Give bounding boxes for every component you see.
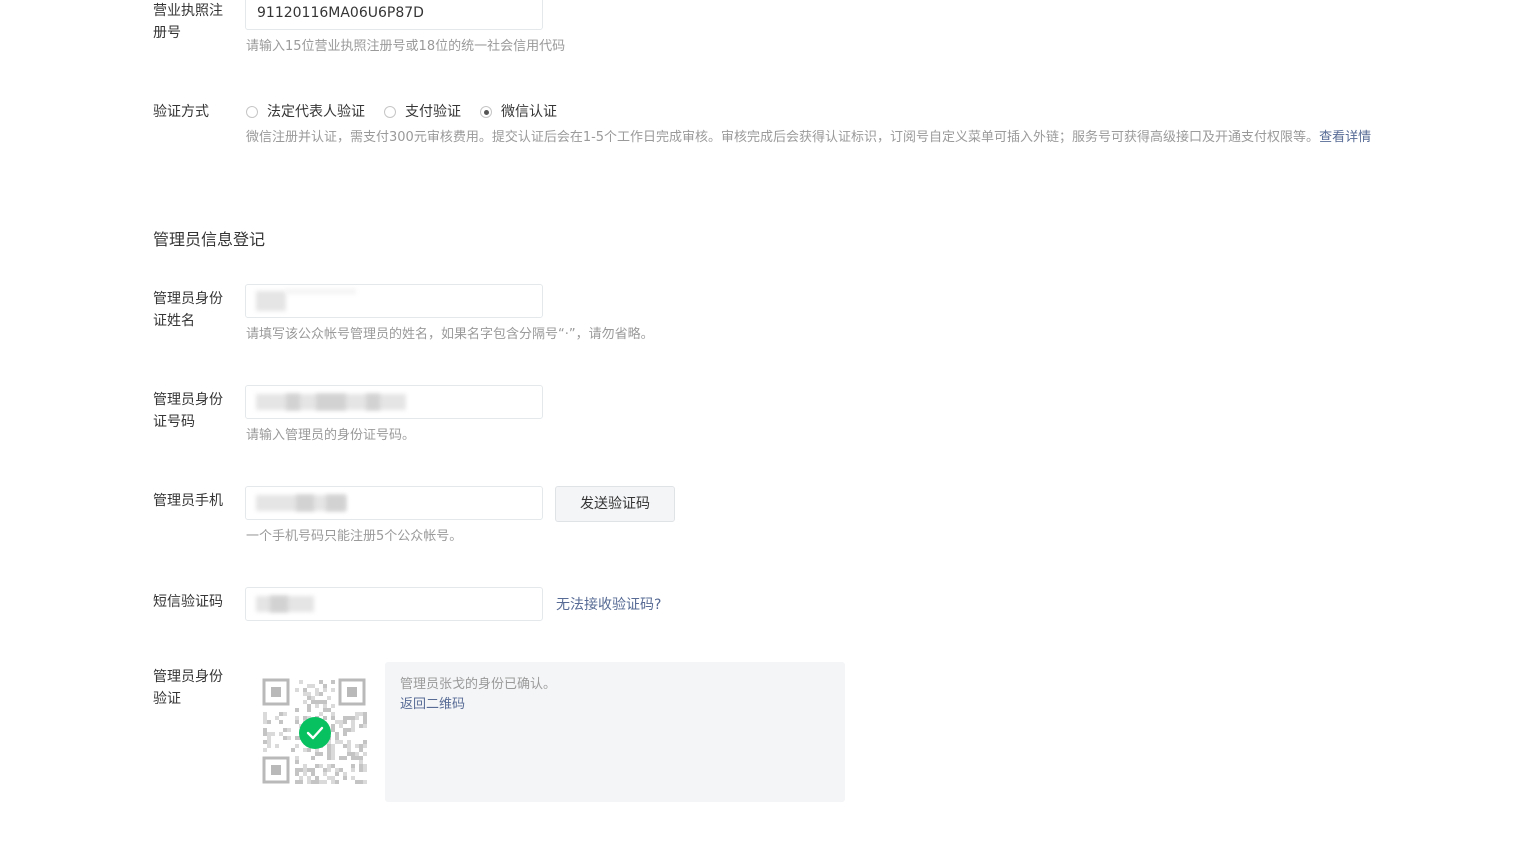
confirmed-text: 管理员张戈的身份已确认。 <box>400 677 557 692</box>
masked-value <box>296 495 314 511</box>
masked-value <box>286 289 356 294</box>
check-circle-icon <box>299 717 331 749</box>
business-license-input[interactable]: 91120116MA06U6P87D <box>245 0 543 30</box>
admin-id-tip: 请输入管理员的身份证号码。 <box>246 428 416 443</box>
admin-phone-tip: 一个手机号码只能注册5个公众帐号。 <box>246 529 463 544</box>
masked-value <box>326 495 346 511</box>
radio-legal-representative[interactable]: 法定代表人验证 <box>246 101 365 123</box>
admin-name-label: 管理员身份证姓名 <box>153 291 223 329</box>
radio-payment[interactable]: 支付验证 <box>384 101 461 123</box>
send-code-button[interactable]: 发送验证码 <box>555 486 675 522</box>
verify-info-panel: 管理员张戈的身份已确认。 返回二维码 <box>385 662 845 802</box>
cannot-receive-code-link[interactable]: 无法接收验证码? <box>556 594 661 616</box>
business-license-tip: 请输入15位营业执照注册号或18位的统一社会信用代码 <box>246 39 566 54</box>
back-to-qr-link[interactable]: 返回二维码 <box>400 695 465 715</box>
admin-name-input[interactable] <box>245 284 543 318</box>
admin-name-tip: 请填写该公众帐号管理员的姓名，如果名字包含分隔号“·”，请勿省略。 <box>246 327 654 342</box>
admin-phone-input[interactable] <box>245 486 543 520</box>
radio-unchecked-icon <box>384 106 396 118</box>
admin-id-label: 管理员身份证号码 <box>153 392 223 430</box>
radio-label: 微信认证 <box>501 104 557 120</box>
verify-method-radio-group: 法定代表人验证 支付验证 微信认证 <box>246 101 576 123</box>
verify-method-label: 验证方式 <box>153 104 209 120</box>
sms-code-label: 短信验证码 <box>153 594 223 610</box>
masked-value <box>316 394 346 410</box>
view-details-link[interactable]: 查看详情 <box>1319 130 1371 145</box>
verify-method-tip-text: 微信注册并认证，需支付300元审核费用。提交认证后会在1-5个工作日完成审核。审… <box>246 130 1320 145</box>
radio-label: 支付验证 <box>405 104 461 120</box>
admin-id-input[interactable] <box>245 385 543 419</box>
radio-checked-icon <box>480 106 492 118</box>
masked-value <box>286 394 300 410</box>
admin-phone-label: 管理员手机 <box>153 493 223 509</box>
radio-unchecked-icon <box>246 106 258 118</box>
section-title: 管理员信息登记 <box>153 230 266 249</box>
business-license-label: 营业执照注册号 <box>153 3 223 41</box>
sms-code-input[interactable] <box>245 587 543 621</box>
verify-method-tip: 微信注册并认证，需支付300元审核费用。提交认证后会在1-5个工作日完成审核。审… <box>246 127 1436 149</box>
radio-wechat[interactable]: 微信认证 <box>480 101 557 123</box>
masked-value <box>256 291 286 311</box>
radio-label: 法定代表人验证 <box>267 104 365 120</box>
registration-form: 营业执照注册号 91120116MA06U6P87D 请输入15位营业执照注册号… <box>0 0 1538 852</box>
admin-verify-label: 管理员身份验证 <box>153 669 223 707</box>
masked-value <box>366 394 380 410</box>
masked-value <box>270 596 288 612</box>
